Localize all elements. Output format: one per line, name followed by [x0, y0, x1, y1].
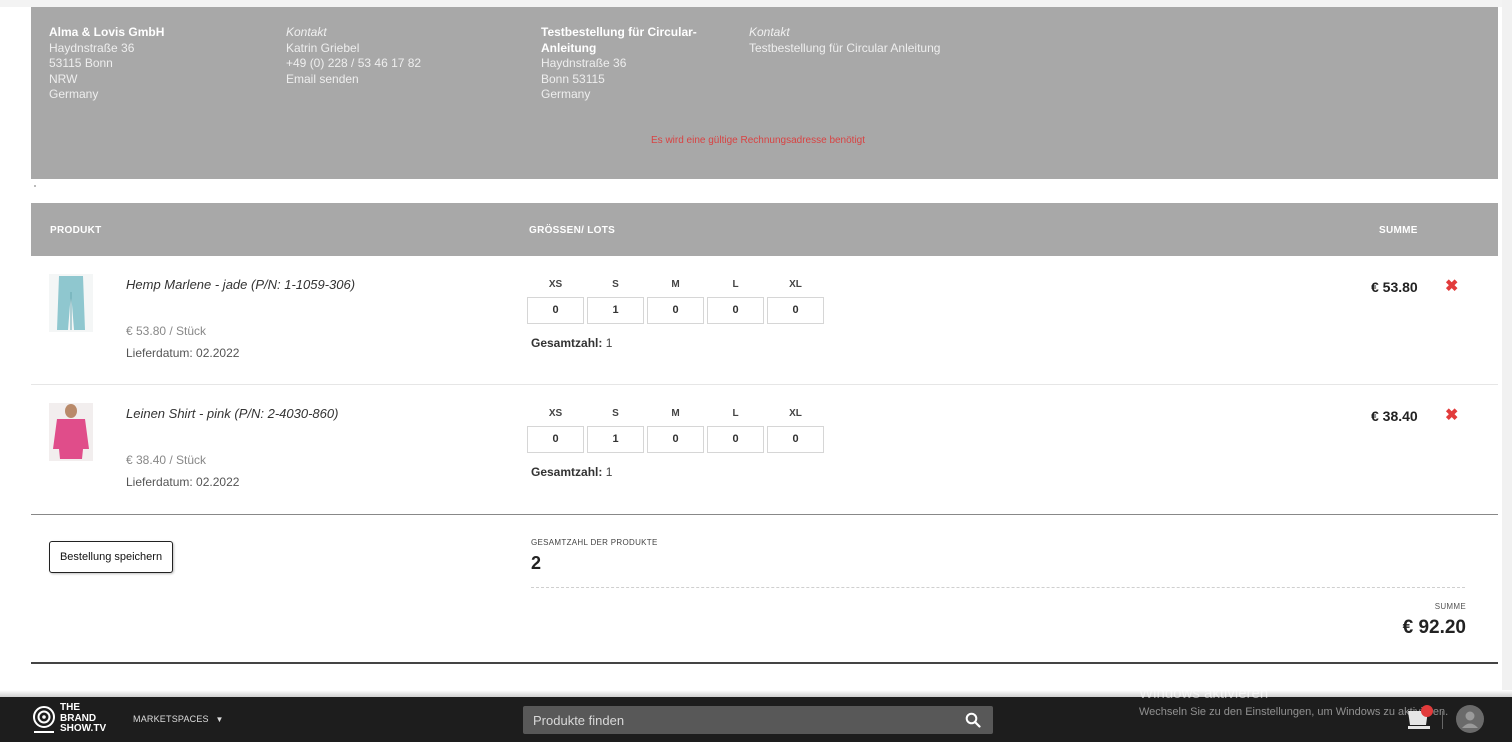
- product-thumbnail[interactable]: [49, 274, 93, 332]
- total-products-label: GESAMTZAHL DER PRODUKTE: [531, 538, 658, 547]
- top-strip: [0, 0, 1512, 7]
- col-sum: SUMME: [1379, 225, 1418, 236]
- seller-region: NRW: [49, 71, 78, 86]
- table-header: PRODUKT GRÖSSEN/ LOTS SUMME: [31, 203, 1498, 256]
- logo-line1: THE: [60, 702, 80, 713]
- product-total-qty: Gesamtzahl: 1: [531, 465, 612, 479]
- dashed-divider: [531, 587, 1465, 588]
- section-divider: [31, 514, 1498, 515]
- product-thumbnail[interactable]: [49, 403, 93, 461]
- email-link[interactable]: Email senden: [286, 72, 421, 88]
- buyer-name-line2: Anleitung: [541, 40, 597, 55]
- product-sum: € 53.80: [1371, 279, 1418, 295]
- seller-name: Alma & Lovis GmbH: [49, 25, 165, 39]
- size-label-l: L: [732, 279, 739, 290]
- product-row: Leinen Shirt - pink (P/N: 2-4030-860) € …: [31, 385, 1498, 513]
- size-label-s: S: [612, 279, 619, 290]
- buyer-contact: Kontakt Testbestellung für Circular Anle…: [749, 25, 940, 56]
- qty-input-xs[interactable]: 0: [527, 426, 584, 453]
- buyer-street: Haydnstraße 36: [541, 56, 627, 70]
- save-order-button[interactable]: Bestellung speichern: [49, 541, 173, 573]
- qty-input-s[interactable]: 1: [587, 297, 644, 324]
- grand-total-label: SUMME: [1434, 602, 1466, 611]
- total-qty-label: Gesamtzahl:: [531, 465, 603, 479]
- buyer-contact-label: Kontakt: [749, 25, 790, 39]
- product-total-qty: Gesamtzahl: 1: [531, 336, 612, 350]
- logo-icon: [33, 706, 55, 733]
- product-delivery-date: Lieferdatum: 02.2022: [126, 475, 240, 489]
- seller-country: Germany: [49, 87, 99, 101]
- size-label-xs: XS: [548, 408, 563, 419]
- size-label-xs: XS: [548, 279, 563, 290]
- qty-input-l[interactable]: 0: [707, 297, 764, 324]
- seller-contact-label: Kontakt: [286, 25, 327, 39]
- buyer-name-line1: Testbestellung für Circular-: [541, 25, 697, 39]
- address-panel: Alma & Lovis GmbH Haydnstraße 36 53115 B…: [31, 7, 1498, 179]
- seller-contact-phone: +49 (0) 228 / 53 46 17 82: [286, 56, 422, 70]
- product-name[interactable]: Hemp Marlene - jade (P/N: 1-1059-306): [126, 277, 355, 292]
- product-unit-price: € 53.80 / Stück: [126, 324, 207, 338]
- size-label-xl: XL: [789, 408, 802, 419]
- brand-logo[interactable]: THE BRAND SHOW.TV: [32, 702, 122, 737]
- windows-activation-text: Wechseln Sie zu den Einstellungen, um Wi…: [1139, 706, 1449, 718]
- marketspaces-label: MARKETSPACES: [133, 714, 209, 724]
- size-label-m: M: [671, 408, 680, 419]
- total-qty-value: 1: [605, 465, 613, 479]
- total-products-value: 2: [531, 553, 542, 573]
- bar-separator: [1442, 711, 1443, 729]
- qty-input-xs[interactable]: 0: [527, 297, 584, 324]
- product-unit-price: € 38.40 / Stück: [126, 453, 207, 467]
- windows-activation-title: Windows aktivieren: [1139, 685, 1269, 702]
- buyer-address: Testbestellung für Circular- Anleitung H…: [541, 25, 697, 103]
- search-input[interactable]: [523, 706, 953, 734]
- bar-shadow: [0, 690, 1512, 697]
- product-delivery-date: Lieferdatum: 02.2022: [126, 346, 240, 360]
- size-label-xl: XL: [789, 279, 802, 290]
- qty-input-xl[interactable]: 0: [767, 426, 824, 453]
- buyer-country: Germany: [541, 87, 591, 101]
- buyer-contact-value: Testbestellung für Circular Anleitung: [749, 40, 941, 55]
- size-label-l: L: [732, 408, 739, 419]
- logo-text: THE BRAND SHOW.TV: [60, 702, 107, 735]
- grand-total-value: € 92.20: [1402, 617, 1466, 638]
- size-label-m: M: [671, 279, 680, 290]
- page-scrollbar[interactable]: [1502, 0, 1512, 692]
- product-name[interactable]: Leinen Shirt - pink (P/N: 2-4030-860): [126, 406, 338, 421]
- cart-badge: [1421, 705, 1433, 717]
- qty-input-s[interactable]: 1: [587, 426, 644, 453]
- seller-contact: Kontakt Katrin Griebel +49 (0) 228 / 53 …: [286, 25, 421, 87]
- total-qty-label: Gesamtzahl:: [531, 336, 603, 350]
- qty-input-m[interactable]: 0: [647, 297, 704, 324]
- search-icon[interactable]: [965, 712, 981, 728]
- product-row: Hemp Marlene - jade (P/N: 1-1059-306) € …: [31, 256, 1498, 384]
- bottom-bar: THE BRAND SHOW.TV MARKETSPACES ▼ Windows…: [0, 685, 1512, 742]
- marketspaces-menu[interactable]: MARKETSPACES ▼: [133, 714, 224, 724]
- col-sizes: GRÖSSEN/ LOTS: [529, 225, 616, 236]
- avatar-glyph: [1462, 711, 1478, 728]
- divider-dot: [34, 185, 36, 187]
- col-product: PRODUKT: [50, 225, 102, 236]
- bottom-divider: [31, 662, 1498, 664]
- user-icon[interactable]: [1456, 705, 1484, 733]
- close-icon[interactable]: ✖: [1445, 276, 1458, 296]
- seller-address: Alma & Lovis GmbH Haydnstraße 36 53115 B…: [49, 25, 164, 103]
- seller-street: Haydnstraße 36: [49, 40, 135, 55]
- logo-line3: SHOW.TV: [60, 723, 107, 734]
- seller-contact-name: Katrin Griebel: [286, 40, 360, 55]
- total-qty-value: 1: [605, 336, 613, 350]
- buyer-city: Bonn 53115: [541, 71, 605, 86]
- qty-input-m[interactable]: 0: [647, 426, 704, 453]
- chevron-down-icon: ▼: [215, 715, 224, 724]
- seller-city: 53115 Bonn: [49, 56, 113, 70]
- product-sum: € 38.40: [1371, 408, 1418, 424]
- search-bar: [523, 706, 993, 734]
- size-label-s: S: [612, 408, 619, 419]
- address-error-message: Es wird eine gültige Rechnungsadresse be…: [651, 135, 866, 146]
- qty-input-l[interactable]: 0: [707, 426, 764, 453]
- close-icon[interactable]: ✖: [1445, 405, 1458, 425]
- qty-input-xl[interactable]: 0: [767, 297, 824, 324]
